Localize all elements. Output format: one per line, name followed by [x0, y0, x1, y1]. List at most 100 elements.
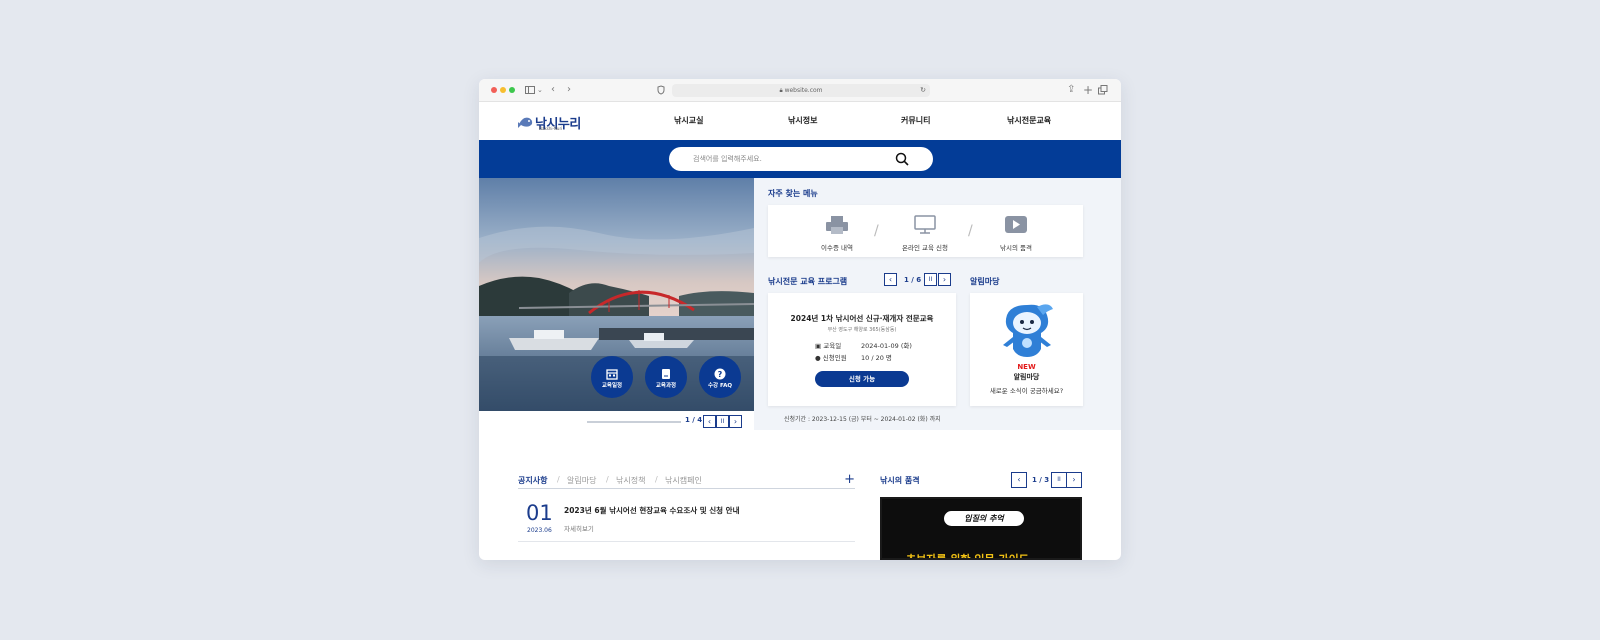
shield-icon[interactable]	[657, 83, 665, 97]
tab-fishing-policy[interactable]: 낚시정책	[616, 475, 645, 486]
list-item[interactable]: 01 2023.06 2023년 6월 낚시어선 현장교육 수요조사 및 신청 …	[518, 497, 855, 542]
site-logo[interactable]: 낚시누리 Nakshi-Nuri	[517, 111, 581, 133]
right-panel: 자주 찾는 메뉴 이수증 내역 / 온라인 교육 신청 / 낚시의 품격 낚시전…	[754, 178, 1121, 430]
tab-notice-board[interactable]: 알림마당	[567, 475, 596, 486]
video-next-button[interactable]: ›	[1066, 472, 1082, 488]
mascot-image	[1003, 304, 1053, 357]
program-card[interactable]: 2024년 1차 낚시어선 신규·재개자 전문교육 부산 영도구 해양로 365…	[768, 293, 956, 406]
program-prev-button[interactable]: ‹	[884, 273, 897, 286]
notice-date: 2023.06	[527, 527, 552, 534]
close-window-dot[interactable]	[491, 87, 497, 93]
forward-icon[interactable]: ›	[567, 83, 571, 97]
video-section-title: 낚시의 품격	[880, 476, 920, 485]
printer-icon	[826, 216, 848, 234]
minimize-window-dot[interactable]	[500, 87, 506, 93]
program-next-button[interactable]: ›	[938, 273, 951, 286]
program-pager: 1 / 6	[904, 276, 922, 284]
search-band: 검색어를 입력해주세요.	[479, 140, 1121, 178]
address-bar[interactable]: 🔒︎ website.com ↻	[672, 84, 930, 97]
apply-button[interactable]: 신청 가능	[815, 371, 909, 387]
edu-date-value: 2024-01-09 (화)	[861, 342, 912, 350]
quick-menu-title: 자주 찾는 메뉴	[768, 189, 818, 198]
person-icon: ●	[815, 354, 821, 362]
sidebar-icon[interactable]	[525, 83, 535, 97]
video-prev-button[interactable]: ‹	[1011, 472, 1027, 488]
url-text: website.com	[784, 87, 823, 94]
share-icon[interactable]: ⇪	[1067, 83, 1075, 97]
more-plus-icon[interactable]: +	[844, 472, 855, 487]
quick-online-apply-label: 온라인 교육 신청	[902, 244, 948, 252]
building-icon: ▣	[815, 342, 822, 350]
video-pill-text: 입질의 추억	[944, 511, 1024, 526]
video-caption: 초보자를 위한 입문 가이드	[906, 553, 1029, 560]
notice-card-title: 알림마당	[1013, 373, 1040, 381]
program-title: 낚시전문 교육 프로그램	[768, 277, 848, 286]
notice-card-desc: 새로운 소식이 궁금하세요?	[989, 387, 1064, 395]
nav-community[interactable]: 커뮤니티	[901, 115, 930, 126]
applicants-value: 10 / 20 명	[861, 354, 892, 362]
quick-fishing-dignity-label: 낚시의 품격	[1000, 244, 1032, 252]
quick-menu-card: 이수증 내역 / 온라인 교육 신청 / 낚시의 품격	[768, 205, 1083, 257]
edu-course-label: 교육과정	[655, 383, 677, 389]
tab-fishing-campaign[interactable]: 낚시캠페인	[665, 475, 702, 486]
hero-pager: 1 / 4	[685, 416, 703, 424]
quick-certificate-label: 이수증 내역	[821, 244, 853, 252]
faq-button[interactable]: ? 수강 FAQ	[699, 356, 741, 398]
nav-fishing-class[interactable]: 낚시교실	[674, 115, 703, 126]
play-icon	[1005, 216, 1027, 233]
hero-pause-button[interactable]: II	[716, 415, 729, 428]
tab-separator: /	[557, 475, 560, 484]
hero-progress-bar	[587, 421, 681, 423]
video-thumbnail[interactable]: 입질의 추억 초보자를 위한 입문 가이드	[880, 497, 1082, 560]
notice-board-card[interactable]: NEW 알림마당 새로운 소식이 궁금하세요?	[970, 293, 1083, 406]
hero-prev-button[interactable]: ‹	[703, 415, 716, 428]
news-tabs: 공지사항 / 알림마당 / 낚시정책 / 낚시캠페인 +	[518, 472, 855, 489]
quick-fishing-dignity[interactable]: 낚시의 품격	[976, 215, 1056, 252]
browser-window: ⌄ ‹ › 🔒︎ website.com ↻ ⇪ + 낚시누리 Nakshi-N…	[479, 79, 1121, 560]
faq-label: 수강 FAQ	[707, 383, 733, 389]
hero-banner-image[interactable]: 교육일정 교육과정 ? 수강 FAQ	[479, 178, 754, 411]
notice-more-link[interactable]: 자세히보기	[564, 523, 594, 533]
edu-schedule-button[interactable]: 교육일정	[591, 356, 633, 398]
application-period: 신청기간 : 2023-12-15 (금) 부터 ~ 2024-01-02 (화…	[784, 416, 941, 423]
new-badge: NEW	[1017, 363, 1036, 371]
notice-board-title: 알림마당	[970, 277, 1000, 286]
reload-icon[interactable]: ↻	[920, 84, 926, 97]
nav-expert-education[interactable]: 낚시전문교육	[1007, 115, 1051, 126]
logo-subtext: Nakshi-Nuri	[539, 126, 563, 131]
chevron-down-icon[interactable]: ⌄	[537, 83, 543, 97]
tab-separator: /	[655, 475, 658, 484]
new-tab-icon[interactable]: +	[1083, 83, 1093, 97]
program-card-location: 부산 영도구 해양로 365(동삼동)	[827, 327, 897, 333]
applicants-row: ● 신청인원 10 / 20 명	[815, 352, 892, 362]
program-card-title: 2024년 1차 낚시어선 신규·재개자 전문교육	[790, 314, 934, 323]
program-pause-button[interactable]: II	[924, 273, 937, 286]
tab-notice[interactable]: 공지사항	[518, 475, 547, 486]
edu-date-label: 교육일	[823, 342, 842, 350]
quick-certificate[interactable]: 이수증 내역	[797, 215, 877, 252]
edu-schedule-label: 교육일정	[601, 383, 623, 389]
search-icon[interactable]	[895, 152, 909, 176]
tabs-overview-icon[interactable]	[1098, 83, 1108, 97]
browser-toolbar: ⌄ ‹ › 🔒︎ website.com ↻ ⇪ +	[479, 79, 1121, 102]
nav-fishing-info[interactable]: 낚시정보	[788, 115, 817, 126]
divider-slash: /	[968, 223, 973, 239]
search-input[interactable]: 검색어를 입력해주세요.	[669, 147, 933, 171]
back-icon[interactable]: ‹	[551, 83, 555, 97]
tab-separator: /	[606, 475, 609, 484]
applicants-label: 신청인원	[822, 354, 847, 362]
fish-logo-icon	[518, 117, 533, 128]
edu-date-row: ▣ 교육일 2024-01-09 (화)	[815, 340, 912, 350]
maximize-window-dot[interactable]	[509, 87, 515, 93]
edu-course-button[interactable]: 교육과정	[645, 356, 687, 398]
divider-slash: /	[874, 223, 879, 239]
video-pager: 1 / 3	[1032, 476, 1050, 484]
quick-online-apply[interactable]: 온라인 교육 신청	[885, 215, 965, 252]
notice-number: 01	[526, 501, 553, 525]
site-header: 낚시누리 Nakshi-Nuri 낚시교실 낚시정보 커뮤니티 낚시전문교육	[479, 102, 1121, 140]
video-pause-button[interactable]: II	[1051, 472, 1067, 488]
search-placeholder: 검색어를 입력해주세요.	[693, 155, 762, 163]
notice-title[interactable]: 2023년 6월 낚시어선 현장교육 수요조사 및 신청 안내	[564, 505, 739, 516]
svg-text:?: ?	[718, 370, 723, 379]
hero-next-button[interactable]: ›	[729, 415, 742, 428]
